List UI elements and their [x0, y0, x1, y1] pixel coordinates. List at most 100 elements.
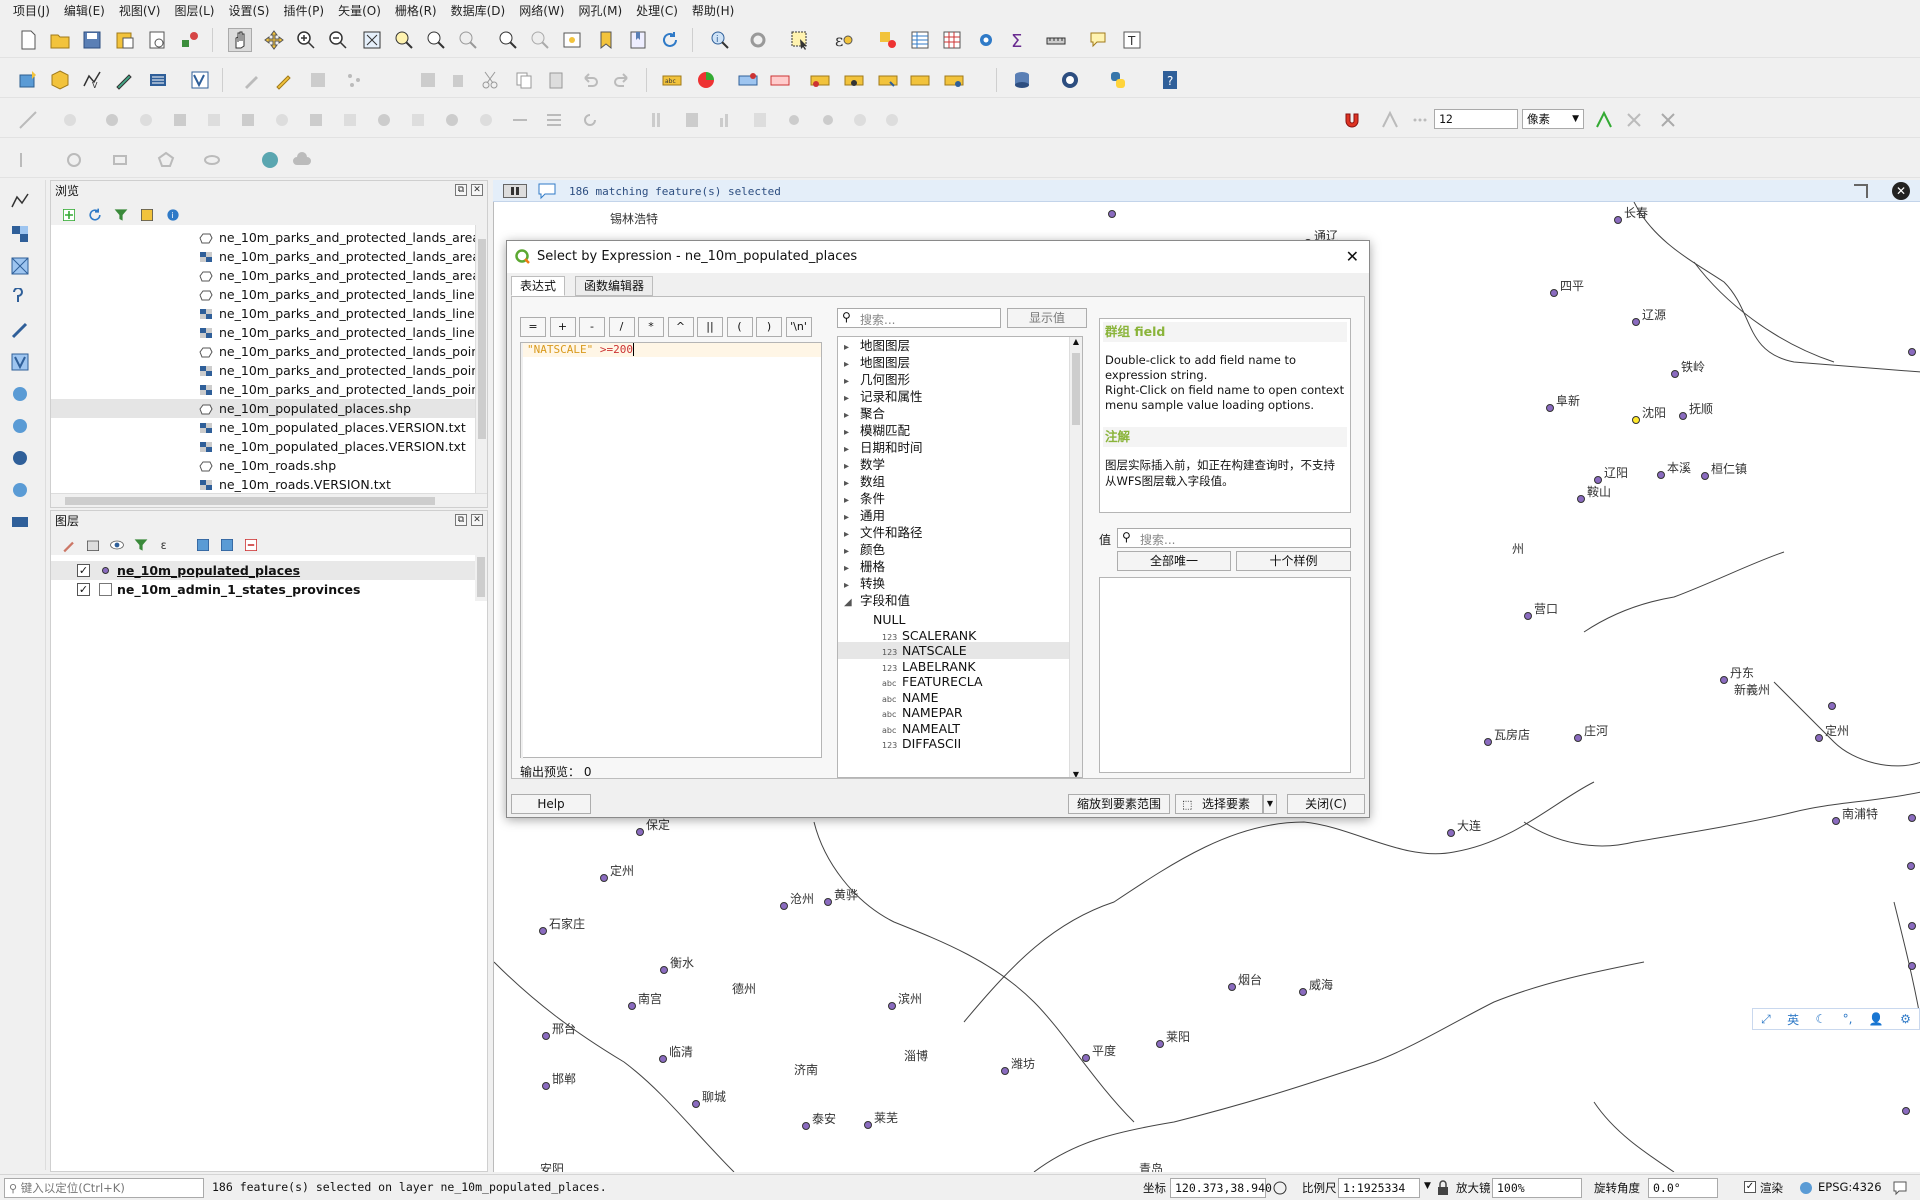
toggle-extents-icon[interactable]: [1272, 1180, 1288, 1199]
function-group[interactable]: ▸ 条件: [844, 490, 885, 507]
city-point[interactable]: [1550, 289, 1558, 297]
merge-attributes-icon[interactable]: [406, 108, 430, 132]
zoom-in-icon[interactable]: [294, 28, 318, 52]
field-item[interactable]: 123 NATSCALE: [838, 642, 1071, 659]
float-panel-button[interactable]: ⧉: [455, 184, 467, 196]
db-manager-icon[interactable]: [1010, 68, 1034, 92]
function-group[interactable]: ▸ 模糊匹配: [844, 422, 910, 439]
raster-zoom-in-icon[interactable]: [848, 108, 872, 132]
magnifier-input[interactable]: 100%: [1492, 1178, 1582, 1198]
rotate-point-symbols-icon[interactable]: [440, 108, 464, 132]
label-tool-icon[interactable]: abc: [660, 68, 684, 92]
layer-row-admin-states[interactable]: ✓ ne_10m_admin_1_states_provinces: [51, 580, 475, 599]
move-label-icon[interactable]: [808, 68, 832, 92]
city-point[interactable]: [1484, 738, 1492, 746]
menu-item[interactable]: 处理(C): [629, 2, 685, 19]
operator-button[interactable]: -: [579, 317, 605, 337]
menu-item[interactable]: 项目(J): [6, 2, 57, 19]
save-as-icon[interactable]: [113, 28, 137, 52]
menu-item[interactable]: 帮助(H): [685, 2, 741, 19]
close-dialog-icon[interactable]: ✕: [1346, 241, 1359, 273]
city-point[interactable]: [1632, 318, 1640, 326]
add-raster-layer-icon[interactable]: [8, 222, 32, 246]
offset-point-symbols-icon[interactable]: [474, 108, 498, 132]
filter-by-expression-icon[interactable]: ε: [155, 533, 179, 557]
field-item[interactable]: abc NAME: [838, 689, 1071, 706]
function-group[interactable]: ▸ 聚合: [844, 405, 885, 422]
browser-horizontal-scrollbar[interactable]: [51, 493, 487, 507]
city-point[interactable]: [1679, 412, 1687, 420]
expand-message-icon[interactable]: [1854, 184, 1868, 198]
filter-legend-icon[interactable]: [129, 533, 153, 557]
function-group[interactable]: ▸ 通用: [844, 507, 885, 524]
crs-globe-icon[interactable]: [1798, 1180, 1814, 1199]
city-point[interactable]: [1228, 983, 1236, 991]
expand-arrow-icon[interactable]: ◢: [844, 594, 860, 611]
ime-punct-icon[interactable]: °,: [1843, 1012, 1853, 1026]
city-point[interactable]: [1657, 471, 1665, 479]
help-contents-icon[interactable]: ?: [1158, 68, 1182, 92]
delete-selected-icon[interactable]: [446, 68, 470, 92]
add-group-icon[interactable]: [81, 533, 105, 557]
city-point[interactable]: [1832, 817, 1840, 825]
raster-stretch-icon[interactable]: [680, 108, 704, 132]
function-group[interactable]: ▸ 记录和属性: [844, 388, 923, 405]
align-icon[interactable]: [542, 108, 566, 132]
menu-item[interactable]: 视图(V): [112, 2, 168, 19]
operator-button[interactable]: *: [638, 317, 664, 337]
run-action-icon[interactable]: [746, 28, 770, 52]
function-group[interactable]: ▸ 几何图形: [844, 371, 910, 388]
open-project-icon[interactable]: [48, 28, 72, 52]
browser-vertical-scrollbar[interactable]: [475, 225, 487, 493]
select-features-button[interactable]: ⬚ 选择要素: [1175, 794, 1263, 814]
city-point[interactable]: [1574, 734, 1582, 742]
zoom-last-icon[interactable]: [496, 28, 520, 52]
properties-info-icon[interactable]: i: [161, 203, 185, 227]
operator-button[interactable]: /: [608, 317, 635, 337]
copy-icon[interactable]: [512, 68, 536, 92]
python-console-icon[interactable]: [1106, 68, 1130, 92]
contrast-icon[interactable]: [816, 108, 840, 132]
function-group[interactable]: ◢ 字段和值: [844, 592, 910, 609]
add-ellipse-icon[interactable]: [200, 148, 224, 172]
remove-layer-icon[interactable]: [239, 533, 263, 557]
highlight-pinned-label-icon[interactable]: [736, 68, 760, 92]
data-source-manager-icon[interactable]: [16, 68, 40, 92]
select-mode-dropdown[interactable]: ▼: [1263, 794, 1277, 814]
add-selected-layers-icon[interactable]: [57, 203, 81, 227]
city-point[interactable]: [542, 1082, 550, 1090]
browser-item[interactable]: ne_10m_parks_and_protected_lands_point.s…: [199, 342, 475, 361]
save-project-icon[interactable]: [80, 28, 104, 52]
values-list[interactable]: [1099, 577, 1351, 773]
city-point[interactable]: [1671, 370, 1679, 378]
city-point[interactable]: [1001, 1067, 1009, 1075]
deselect-all-icon[interactable]: [876, 28, 900, 52]
show-hide-labels-icon[interactable]: [842, 68, 866, 92]
change-label-icon[interactable]: [908, 68, 932, 92]
operator-button[interactable]: '\n': [785, 317, 812, 337]
city-point[interactable]: [1447, 829, 1455, 837]
function-group[interactable]: ▸ 日期和时间: [844, 439, 923, 456]
layer-visibility-checkbox[interactable]: ✓: [77, 583, 90, 596]
add-arcgis-layer-icon[interactable]: [8, 478, 32, 502]
field-item[interactable]: 123 DIFFASCII: [838, 735, 1071, 752]
function-search-input[interactable]: ⚲ 搜索...: [837, 308, 1001, 328]
field-item[interactable]: abc FEATURECLA: [838, 673, 1071, 690]
city-point[interactable]: [1908, 814, 1916, 822]
menu-item[interactable]: 设置(S): [222, 2, 277, 19]
menu-item[interactable]: 插件(P): [276, 2, 331, 19]
field-item[interactable]: 123 LABELRANK: [838, 658, 1071, 675]
operator-button[interactable]: =: [520, 317, 546, 337]
add-circle-icon[interactable]: [62, 148, 86, 172]
new-temporary-layer-icon[interactable]: [8, 510, 32, 534]
add-mesh-layer-icon[interactable]: [8, 254, 32, 278]
raster-histogram-icon[interactable]: [714, 108, 738, 132]
city-point[interactable]: [864, 1121, 872, 1129]
identify-icon[interactable]: i: [708, 28, 732, 52]
render-checkbox[interactable]: ✓: [1744, 1181, 1756, 1193]
map-tips-icon[interactable]: [1086, 28, 1110, 52]
city-point[interactable]: [659, 1055, 667, 1063]
float-panel-button[interactable]: ⧉: [455, 514, 467, 526]
messages-log-icon[interactable]: [1892, 1180, 1908, 1199]
measure-icon[interactable]: [1044, 28, 1068, 52]
